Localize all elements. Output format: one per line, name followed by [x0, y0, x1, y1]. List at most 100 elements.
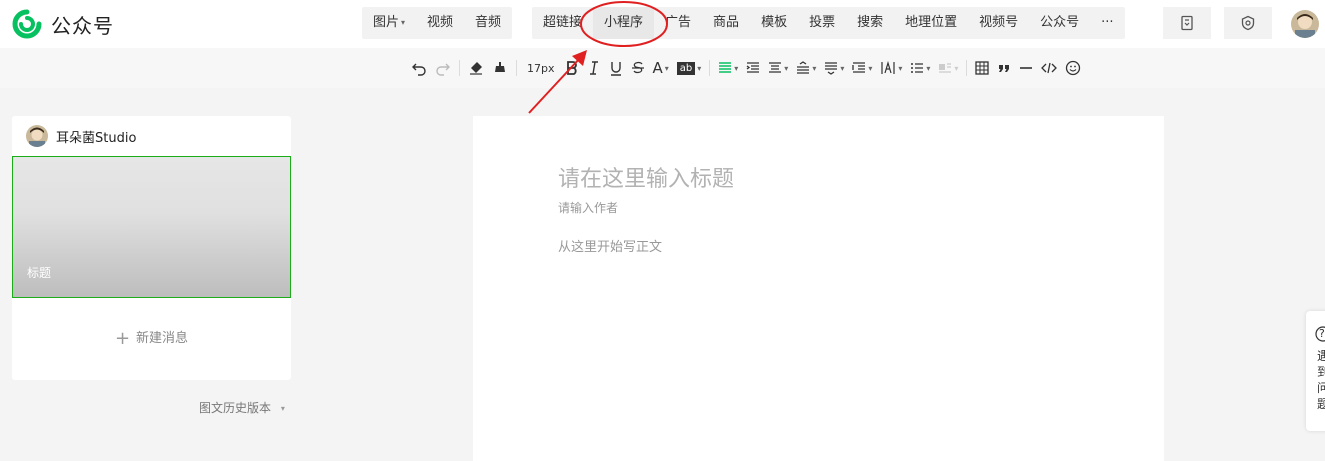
help-float-panel[interactable]: ? 遇到问题 — [1306, 311, 1325, 431]
paragraph-spacing-after-button[interactable]: ▾ — [820, 48, 848, 88]
user-avatar[interactable] — [1291, 10, 1319, 38]
menu-location[interactable]: 地理位置 — [894, 7, 968, 39]
menu-image[interactable]: 图片 ▾ — [362, 7, 416, 39]
account-name: 耳朵菌Studio — [56, 130, 137, 146]
align-justify-button[interactable]: ▾ — [714, 48, 742, 88]
menu-vote[interactable]: 投票 — [798, 7, 846, 39]
strikethrough-button[interactable] — [627, 48, 649, 88]
author-input[interactable]: 请输入作者 — [558, 199, 618, 216]
chevron-down-icon: ▾ — [784, 63, 789, 73]
format-brush-icon — [495, 62, 505, 72]
format-toolbar: 17px A ▾ ab ▾ ▾ ▾ ▾ ▾ ▾ ▾ ▾ ▾ — [0, 48, 1325, 88]
chevron-down-icon: ▾ — [926, 63, 931, 73]
body-editor[interactable]: 从这里开始写正文 — [558, 236, 662, 255]
menu-official-account[interactable]: 公众号 — [1029, 7, 1090, 39]
bullet-list-icon — [911, 63, 924, 73]
code-button[interactable] — [1037, 48, 1061, 88]
history-version-link[interactable]: 图文历史版本 ▾ — [199, 399, 285, 416]
eraser-icon — [470, 62, 482, 75]
background-color-button[interactable]: ab ▾ — [673, 48, 706, 88]
undo-button[interactable] — [407, 48, 431, 88]
undo-icon — [412, 63, 426, 76]
chevron-down-icon: ▾ — [898, 63, 903, 73]
menu-channels[interactable]: 视频号 — [968, 7, 1029, 39]
indent-button[interactable] — [742, 48, 764, 88]
chevron-down-icon: ▾ — [401, 18, 406, 27]
italic-icon — [589, 61, 598, 75]
phone-preview-icon — [1181, 15, 1193, 31]
font-color-button[interactable]: A ▾ — [649, 48, 673, 88]
table-button[interactable] — [971, 48, 993, 88]
quote-icon — [999, 65, 1010, 72]
format-painter-button[interactable] — [488, 48, 512, 88]
logo[interactable]: 公众号 — [12, 9, 114, 39]
line-spacing-icon — [769, 62, 782, 73]
italic-button[interactable] — [583, 48, 605, 88]
indent-icon — [746, 62, 760, 73]
line-height-button[interactable]: ▾ — [764, 48, 792, 88]
align-justify-icon — [719, 62, 732, 73]
divider-button[interactable] — [1015, 48, 1037, 88]
preview-button[interactable] — [1163, 7, 1211, 39]
redo-button[interactable] — [431, 48, 455, 88]
history-version-label: 图文历史版本 — [199, 401, 272, 415]
app-title: 公众号 — [51, 13, 114, 38]
float-button[interactable]: ▾ — [934, 48, 962, 88]
clear-format-button[interactable] — [464, 48, 488, 88]
letter-spacing-icon — [881, 61, 895, 74]
font-color-icon: A — [652, 59, 663, 77]
chevron-down-icon: ▾ — [664, 63, 669, 73]
editor-canvas: 请在这里输入标题 请输入作者 从这里开始写正文 — [473, 116, 1164, 461]
article-list-panel: 耳朵菌Studio 标题 + 新建消息 — [12, 116, 291, 380]
plus-icon: + — [114, 328, 131, 349]
account-avatar-icon — [26, 125, 48, 147]
underline-button[interactable] — [605, 48, 627, 88]
menu-video[interactable]: 视频 — [416, 7, 464, 39]
new-message-button[interactable]: + 新建消息 — [12, 327, 291, 349]
article-cover-title: 标题 — [27, 266, 52, 280]
bold-button[interactable] — [561, 48, 583, 88]
menu-image-label: 图片 — [373, 15, 400, 30]
shield-icon — [1241, 15, 1255, 31]
account-header: 耳朵菌Studio — [26, 125, 136, 147]
redo-icon — [436, 63, 450, 76]
toolbar-divider — [709, 60, 711, 76]
paragraph-spacing-before-button[interactable]: ▾ — [792, 48, 820, 88]
chevron-down-icon: ▾ — [840, 63, 845, 73]
menu-search[interactable]: 搜索 — [846, 7, 894, 39]
wechat-mp-logo-icon — [12, 9, 42, 39]
menu-ad[interactable]: 广告 — [654, 7, 702, 39]
background-color-icon: ab — [676, 61, 696, 75]
menu-mini-program[interactable]: 小程序 — [593, 7, 655, 39]
chevron-down-icon: ▾ — [812, 63, 817, 73]
image-float-icon — [939, 63, 952, 73]
bold-icon — [566, 61, 577, 75]
toolbar-divider — [516, 60, 517, 76]
emoji-button[interactable] — [1061, 48, 1085, 88]
toolbar-divider — [966, 60, 968, 76]
letter-spacing-button[interactable]: ▾ — [876, 48, 906, 88]
quote-button[interactable] — [993, 48, 1015, 88]
list-button[interactable]: ▾ — [906, 48, 934, 88]
chevron-down-icon: ▾ — [697, 63, 702, 73]
spacing-before-icon — [797, 61, 810, 74]
security-button[interactable] — [1224, 7, 1272, 39]
horizontal-rule-icon — [1020, 67, 1033, 69]
menu-template[interactable]: 模板 — [750, 7, 798, 39]
code-icon — [1041, 62, 1058, 74]
menu-more[interactable]: ··· — [1090, 7, 1124, 39]
chevron-down-icon: ▾ — [734, 63, 739, 73]
menu-hyperlink[interactable]: 超链接 — [532, 7, 593, 39]
help-icon-mark: ? — [1319, 327, 1325, 340]
paragraph-indent-button[interactable]: ▾ — [848, 48, 876, 88]
title-input[interactable]: 请在这里输入标题 — [558, 161, 734, 193]
text-indent-icon — [852, 62, 866, 73]
emoji-icon — [1066, 60, 1081, 76]
menu-product[interactable]: 商品 — [702, 7, 750, 39]
underline-icon — [610, 62, 621, 76]
new-message-label: 新建消息 — [136, 331, 189, 346]
article-cover-card[interactable]: 标题 — [12, 156, 291, 298]
top-bar: 公众号 图片 ▾ 视频 音频 超链接 小程序 广告 商品 模板 投票 搜索 地理位… — [0, 0, 1325, 48]
menu-audio[interactable]: 音频 — [464, 7, 512, 39]
font-size-select[interactable]: 17px — [521, 48, 561, 88]
